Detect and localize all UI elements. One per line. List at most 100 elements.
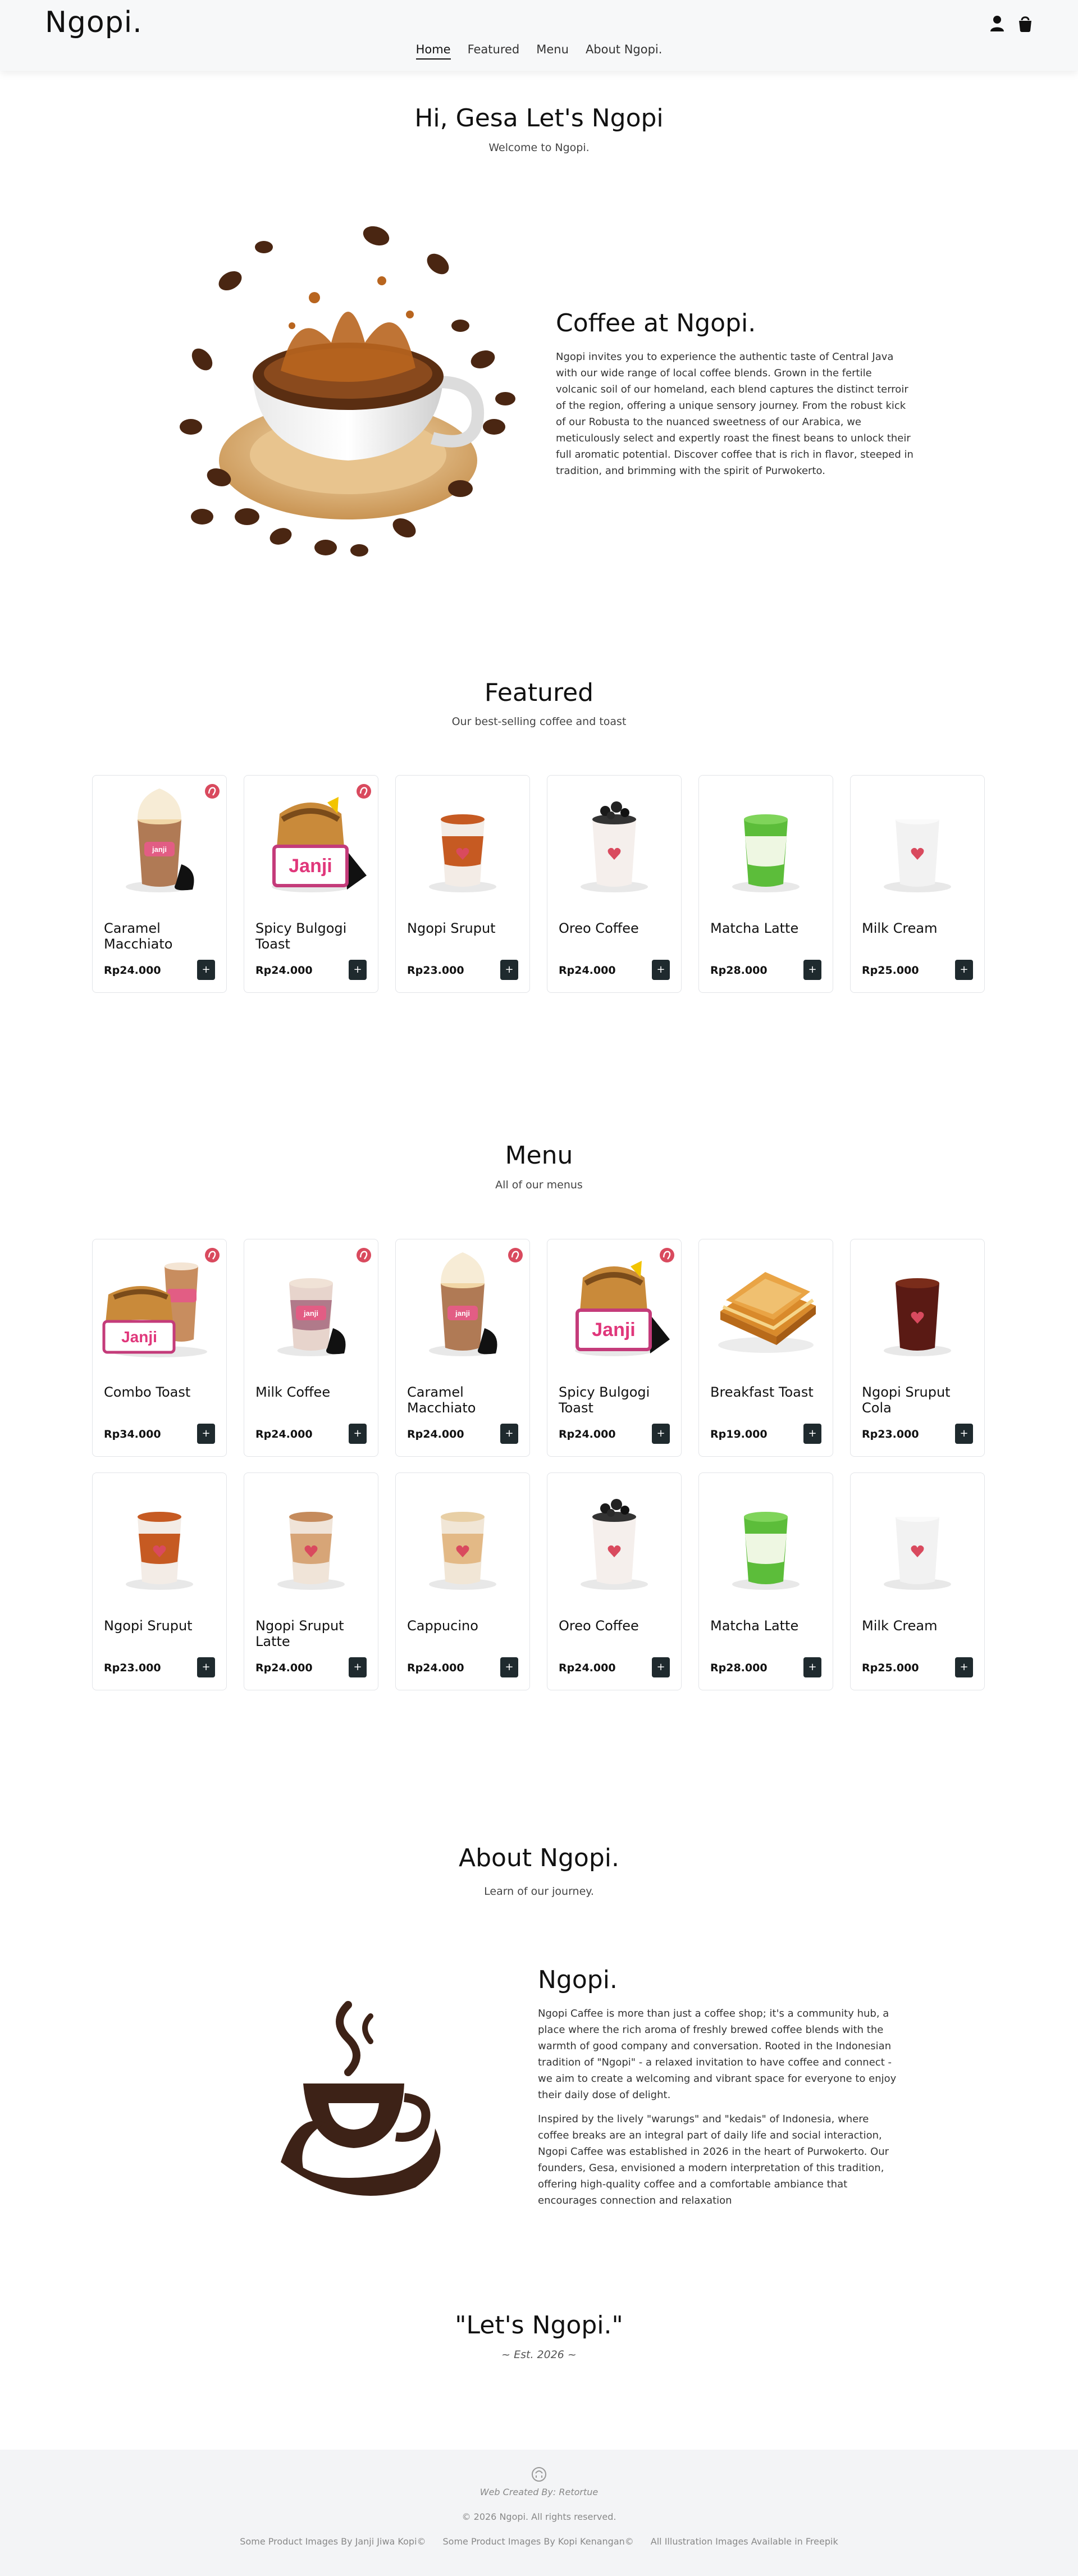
- about-heading: Ngopi.: [538, 1966, 618, 1994]
- product-card[interactable]: Breakfast Toast Rp19.000 +: [698, 1239, 833, 1457]
- product-name: Matcha Latte: [710, 920, 799, 936]
- product-card[interactable]: Ngopi Sruput Rp23.000 +: [395, 775, 530, 993]
- featured-subtitle: Our best-selling coffee and toast: [451, 715, 627, 728]
- nav-featured[interactable]: Featured: [468, 43, 520, 60]
- product-price: Rp24.000: [104, 964, 161, 977]
- add-to-cart-button[interactable]: +: [349, 960, 367, 980]
- add-to-cart-button[interactable]: +: [500, 1424, 518, 1444]
- product-name: Breakfast Toast: [710, 1384, 814, 1400]
- product-name: Milk Cream: [862, 920, 938, 936]
- product-card[interactable]: Matcha Latte Rp28.000 +: [698, 1472, 833, 1690]
- product-name: Spicy Bulgogi Toast: [255, 920, 347, 952]
- product-card[interactable]: Milk Cream Rp25.000 +: [850, 775, 985, 993]
- product-price: Rp24.000: [559, 964, 616, 977]
- product-image: [884, 1478, 951, 1590]
- product-card[interactable]: Janji Spicy Bulgogi Toast Rp24.000 +: [547, 1239, 682, 1457]
- add-to-cart-button[interactable]: +: [349, 1424, 367, 1444]
- add-to-cart-button[interactable]: +: [955, 960, 973, 980]
- footer-credits: Some Product Images By Janji Jiwa Kopi© …: [0, 2536, 1078, 2547]
- svg-text:janji: janji: [455, 1309, 470, 1317]
- nav-menu[interactable]: Menu: [536, 43, 569, 60]
- product-image: [718, 1272, 816, 1353]
- product-image: Janji: [272, 784, 371, 892]
- about-title: About Ngopi.: [459, 1844, 619, 1872]
- product-card[interactable]: Milk Cream Rp25.000 +: [850, 1472, 985, 1690]
- user-icon[interactable]: [989, 15, 1005, 33]
- add-to-cart-button[interactable]: +: [652, 1657, 670, 1677]
- add-to-cart-button[interactable]: +: [803, 960, 821, 980]
- tagline-est: ~ Est. 2026 ~: [501, 2349, 577, 2361]
- brand-logo[interactable]: Ngopi.: [45, 6, 143, 39]
- product-image: [126, 1512, 193, 1590]
- product-name: Caramel Macchiato: [104, 920, 173, 952]
- product-image: [884, 780, 951, 892]
- product-name: Combo Toast: [104, 1384, 191, 1400]
- greeting-title: Hi, Gesa Let's Ngopi: [414, 104, 664, 133]
- product-price: Rp25.000: [862, 1662, 919, 1674]
- add-to-cart-button[interactable]: +: [197, 960, 215, 980]
- product-card[interactable]: Janji Spicy Bulgogi Toast Rp24.000 +: [244, 775, 378, 993]
- product-card[interactable]: janji Caramel Macchiato Rp24.000 +: [92, 775, 227, 993]
- tagline-quote: "Let's Ngopi.": [455, 2311, 623, 2340]
- product-price: Rp28.000: [710, 964, 768, 977]
- product-card[interactable]: Ngopi Sruput Latte Rp24.000 +: [244, 1472, 378, 1690]
- product-price: Rp24.000: [559, 1662, 616, 1674]
- product-name: Caramel Macchiato: [407, 1384, 476, 1416]
- hero-title: Coffee at Ngopi.: [556, 309, 756, 338]
- menu-subtitle: All of our menus: [495, 1179, 583, 1191]
- add-to-cart-button[interactable]: +: [652, 1424, 670, 1444]
- menu-title: Menu: [505, 1141, 573, 1170]
- add-to-cart-button[interactable]: +: [652, 960, 670, 980]
- product-image: Janji: [102, 1248, 220, 1357]
- product-card[interactable]: Janji Combo Toast Rp34.000 +: [92, 1239, 227, 1457]
- product-name: Oreo Coffee: [559, 1618, 639, 1634]
- product-price: Rp24.000: [255, 1662, 313, 1674]
- product-image: [581, 1499, 648, 1590]
- product-price: Rp24.000: [407, 1428, 464, 1440]
- add-to-cart-button[interactable]: +: [197, 1424, 215, 1444]
- add-to-cart-button[interactable]: +: [955, 1657, 973, 1677]
- product-price: Rp23.000: [862, 1428, 919, 1440]
- product-card[interactable]: janji Caramel Macchiato Rp24.000 +: [395, 1239, 530, 1457]
- svg-text:janji: janji: [152, 845, 167, 854]
- product-card[interactable]: Ngopi Sruput Rp23.000 +: [92, 1472, 227, 1690]
- product-name: Ngopi Sruput: [104, 1618, 193, 1634]
- svg-text:Janji: Janji: [289, 855, 332, 877]
- hero-body: Ngopi invites you to experience the auth…: [556, 351, 913, 477]
- product-name: Cappucino: [407, 1618, 478, 1634]
- about-subtitle: Learn of our journey.: [484, 1885, 594, 1898]
- svg-text:Janji: Janji: [121, 1328, 157, 1346]
- add-to-cart-button[interactable]: +: [349, 1657, 367, 1677]
- product-image: Janji: [575, 1248, 674, 1356]
- product-card[interactable]: Cappucino Rp24.000 +: [395, 1472, 530, 1690]
- nav-home[interactable]: Home: [415, 43, 451, 60]
- footer-credit: Some Product Images By Janji Jiwa Kopi©: [240, 2536, 426, 2547]
- add-to-cart-button[interactable]: +: [500, 1657, 518, 1677]
- add-to-cart-button[interactable]: +: [803, 1657, 821, 1677]
- product-name: Matcha Latte: [710, 1618, 799, 1634]
- about-paragraph-1: Ngopi Caffee is more than just a coffee …: [538, 2008, 897, 2101]
- product-card[interactable]: Matcha Latte Rp28.000 +: [698, 775, 833, 993]
- footer-credit: Some Product Images By Kopi Kenangan©: [442, 2536, 634, 2547]
- hero-coffee-illustration: [180, 226, 515, 557]
- cart-icon[interactable]: [1017, 15, 1033, 33]
- product-image: [732, 1512, 800, 1590]
- product-image: [429, 814, 496, 892]
- nav-about[interactable]: About Ngopi.: [586, 43, 663, 60]
- product-price: Rp25.000: [862, 964, 919, 977]
- add-to-cart-button[interactable]: +: [955, 1424, 973, 1444]
- add-to-cart-button[interactable]: +: [803, 1424, 821, 1444]
- product-card[interactable]: Ngopi Sruput Cola Rp23.000 +: [850, 1239, 985, 1457]
- product-image: janji: [126, 784, 220, 892]
- product-image: [884, 1278, 951, 1356]
- site-footer: Web Created By: Retortue © 2026 Ngopi. A…: [0, 2450, 1078, 2576]
- add-to-cart-button[interactable]: +: [197, 1657, 215, 1677]
- product-image: [277, 1512, 345, 1590]
- product-card[interactable]: janji Milk Coffee Rp24.000 +: [244, 1239, 378, 1457]
- svg-text:janji: janji: [303, 1309, 318, 1317]
- product-card[interactable]: Oreo Coffee Rp24.000 +: [547, 1472, 682, 1690]
- product-image: [581, 801, 648, 892]
- add-to-cart-button[interactable]: +: [500, 960, 518, 980]
- footer-logo-icon: [532, 2467, 546, 2482]
- product-card[interactable]: Oreo Coffee Rp24.000 +: [547, 775, 682, 993]
